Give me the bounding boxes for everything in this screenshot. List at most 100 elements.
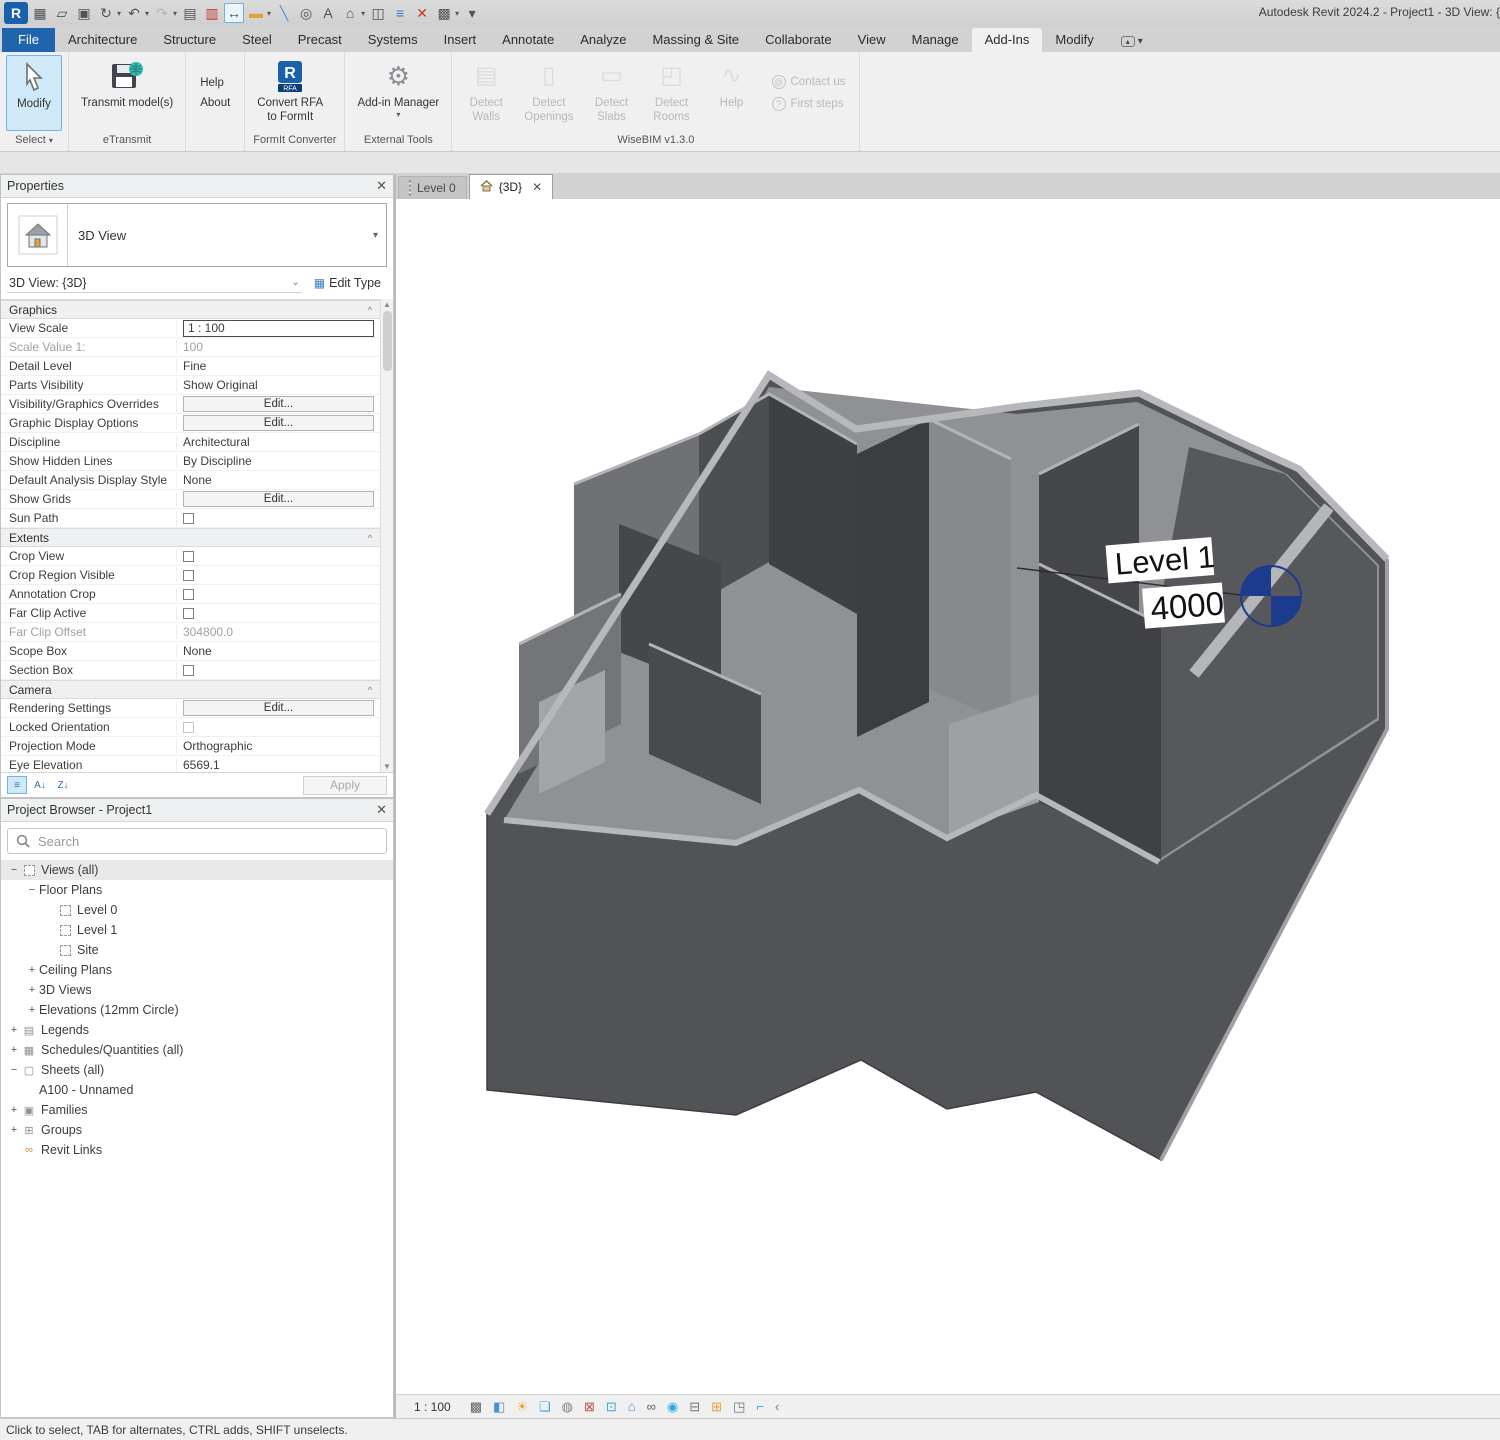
- sort-default-button[interactable]: ≡: [7, 776, 27, 794]
- ribbon-collapse-control[interactable]: ▴▾: [1121, 36, 1143, 47]
- undo-icon[interactable]: ↶: [124, 3, 144, 23]
- edit-button[interactable]: Edit...: [183, 396, 374, 412]
- close-view-icon[interactable]: ✕: [532, 180, 542, 194]
- view-scale-control[interactable]: 1 : 100: [406, 1399, 459, 1415]
- sort-asc-button[interactable]: A↓: [30, 776, 50, 794]
- tree-item-a100-unnamed[interactable]: A100 - Unnamed: [1, 1080, 393, 1100]
- edit-button[interactable]: Edit...: [183, 415, 374, 431]
- constraints-icon[interactable]: ⌐: [756, 1400, 764, 1413]
- view-scale-input[interactable]: 1 : 100: [183, 320, 374, 337]
- tree-expand-icon[interactable]: +: [25, 964, 39, 976]
- about-button[interactable]: About: [200, 97, 230, 109]
- sun-path-icon[interactable]: ☀: [516, 1400, 528, 1413]
- tree-item-schedules-quantities-all-[interactable]: +▦Schedules/Quantities (all): [1, 1040, 393, 1060]
- tree-expand-icon[interactable]: +: [7, 1044, 21, 1056]
- detail-level-icon[interactable]: ▩: [470, 1400, 482, 1413]
- checkbox[interactable]: [183, 589, 194, 600]
- checkbox[interactable]: [183, 722, 194, 733]
- properties-close-icon[interactable]: ✕: [376, 178, 387, 194]
- ribbon-tab-collaborate[interactable]: Collaborate: [752, 28, 845, 52]
- tree-item-families[interactable]: +▣Families: [1, 1100, 393, 1120]
- displacement-icon[interactable]: ◳: [733, 1400, 745, 1413]
- temporary-view-icon[interactable]: ⊟: [689, 1400, 700, 1413]
- ribbon-tab-steel[interactable]: Steel: [229, 28, 285, 52]
- project-browser-close-icon[interactable]: ✕: [376, 802, 387, 818]
- visual-style-icon[interactable]: ◧: [493, 1400, 505, 1413]
- collapse-chevron-icon[interactable]: ^: [368, 533, 372, 543]
- level-datum-icon[interactable]: [1241, 566, 1301, 626]
- tree-expand-icon[interactable]: +: [7, 1104, 21, 1116]
- property-value[interactable]: None: [177, 473, 380, 487]
- tree-expand-icon[interactable]: +: [25, 1004, 39, 1016]
- tree-expand-icon[interactable]: −: [7, 864, 21, 876]
- collapse-chevron-icon[interactable]: ^: [368, 305, 372, 315]
- type-selector[interactable]: 3D View ▾: [7, 203, 387, 267]
- redo-icon[interactable]: ↷: [152, 3, 172, 23]
- tree-item-legends[interactable]: +▤Legends: [1, 1020, 393, 1040]
- tree-item-revit-links[interactable]: ∞Revit Links: [1, 1140, 393, 1160]
- ribbon-tab-manage[interactable]: Manage: [899, 28, 972, 52]
- ribbon-tab-massing-site[interactable]: Massing & Site: [639, 28, 752, 52]
- convert-rfa-button[interactable]: RRFA Convert RFA to FormIt: [251, 55, 329, 131]
- type-selector-caret-icon[interactable]: ▾: [365, 230, 386, 241]
- default-3d-view-icon[interactable]: ⌂: [340, 3, 360, 23]
- select-group-label[interactable]: Select ▾: [0, 131, 68, 151]
- sync-with-central-icon[interactable]: ↻: [96, 3, 116, 23]
- collapse-chevron-icon[interactable]: ^: [368, 685, 372, 695]
- ribbon-tab-systems[interactable]: Systems: [355, 28, 431, 52]
- section-header-camera[interactable]: Camera^: [1, 680, 380, 699]
- element-name-dropdown[interactable]: 3D View: {3D}⌄: [7, 274, 302, 293]
- modify-button[interactable]: Modify: [6, 55, 62, 131]
- properties-scrollbar[interactable]: ▲▼: [380, 299, 393, 772]
- tree-expand-icon[interactable]: +: [7, 1124, 21, 1136]
- user-interface-icon[interactable]: ▦: [30, 3, 50, 23]
- tree-item-level-1[interactable]: Level 1: [1, 920, 393, 940]
- dimension-icon-caret[interactable]: ▾: [267, 9, 271, 18]
- close-hidden-windows-icon[interactable]: ✕: [412, 3, 432, 23]
- reveal-hidden-icon[interactable]: ◉: [667, 1400, 678, 1413]
- tree-expand-icon[interactable]: −: [7, 1064, 21, 1076]
- hide-isolate-icon[interactable]: ∞: [647, 1400, 656, 1413]
- property-value[interactable]: Show Original: [177, 378, 380, 392]
- crop-region-icon[interactable]: ⊡: [606, 1400, 617, 1413]
- property-value[interactable]: 304800.0: [177, 625, 380, 639]
- property-value[interactable]: By Discipline: [177, 454, 380, 468]
- render-dialog-icon[interactable]: ◍: [562, 1400, 573, 1413]
- switch-windows-icon-caret[interactable]: ▾: [455, 9, 459, 18]
- detect-slabs-button[interactable]: ▭DetectSlabs: [584, 55, 640, 131]
- property-value[interactable]: Architectural: [177, 435, 380, 449]
- close-inactive-views-icon[interactable]: ▥: [202, 3, 222, 23]
- section-header-extents[interactable]: Extents^: [1, 528, 380, 547]
- ribbon-tab-file[interactable]: File: [2, 28, 55, 52]
- tree-item-ceiling-plans[interactable]: +Ceiling Plans: [1, 960, 393, 980]
- browser-search-input[interactable]: Search: [7, 828, 387, 854]
- checkbox[interactable]: [183, 551, 194, 562]
- edit-type-button[interactable]: ▦ Edit Type: [308, 274, 387, 292]
- thin-lines-icon[interactable]: ≡: [390, 3, 410, 23]
- tree-expand-icon[interactable]: +: [7, 1024, 21, 1036]
- analytical-model-icon[interactable]: ⊞: [711, 1400, 722, 1413]
- ribbon-tab-architecture[interactable]: Architecture: [55, 28, 150, 52]
- default-3d-view-icon-caret[interactable]: ▾: [361, 9, 365, 18]
- edit-button[interactable]: Edit...: [183, 700, 374, 716]
- aligned-dimension-icon[interactable]: ↔: [224, 3, 244, 23]
- sync-with-central-icon-caret[interactable]: ▾: [117, 9, 121, 18]
- tree-item-elevations-12mm-circle-[interactable]: +Elevations (12mm Circle): [1, 1000, 393, 1020]
- switch-windows-icon[interactable]: ▩: [434, 3, 454, 23]
- redo-icon-caret[interactable]: ▾: [173, 9, 177, 18]
- vcb-more-icon[interactable]: ‹: [775, 1400, 779, 1413]
- detect-rooms-button[interactable]: ◰DetectRooms: [644, 55, 700, 131]
- text-icon[interactable]: A: [318, 3, 338, 23]
- revit-logo[interactable]: R: [4, 2, 28, 24]
- undo-icon-caret[interactable]: ▾: [145, 9, 149, 18]
- view-tab-level0[interactable]: Level 0: [398, 176, 467, 199]
- edit-button[interactable]: Edit...: [183, 491, 374, 507]
- help-button[interactable]: Help: [200, 77, 230, 89]
- section-header-graphics[interactable]: Graphics^: [1, 300, 380, 319]
- ribbon-tab-insert[interactable]: Insert: [431, 28, 490, 52]
- property-value[interactable]: Fine: [177, 359, 380, 373]
- first-steps-link[interactable]: ?First steps: [772, 97, 846, 111]
- dimension-icon[interactable]: ▬: [246, 3, 266, 23]
- ribbon-tab-modify[interactable]: Modify: [1042, 28, 1106, 52]
- ribbon-tab-structure[interactable]: Structure: [150, 28, 229, 52]
